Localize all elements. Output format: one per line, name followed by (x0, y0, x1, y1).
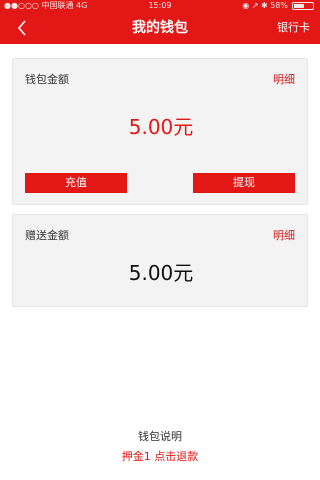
wallet-balance-amount: 5.00元 (128, 115, 194, 139)
nav-bar: 我的钱包 银行卡 (0, 12, 320, 44)
status-indicators: ◉ ↗ ✱ 58% (242, 0, 314, 12)
wallet-balance-label: 钱包金额 (25, 73, 69, 86)
gift-balance-amount: 5.00元 (128, 261, 194, 285)
gift-balance-label: 赠送金额 (25, 229, 69, 242)
indicator-text: ◉ ↗ ✱ 58% (242, 1, 288, 10)
deposit-refund-link[interactable]: 押金1 点击退款 (0, 448, 320, 464)
gift-detail-link[interactable]: 明细 (273, 227, 295, 243)
battery-icon (292, 2, 314, 10)
gift-balance-card: 赠送金额 明细 5.00元 (12, 214, 308, 307)
wallet-balance-card: 钱包金额 明细 5.00元 充值 提现 (12, 58, 308, 205)
wallet-description-link[interactable]: 钱包说明 (0, 428, 320, 444)
status-bar: ●●○○○ 中国联通 4G 15:09 ◉ ↗ ✱ 58% (0, 0, 320, 12)
page-title: 我的钱包 (132, 20, 188, 36)
battery-fill (294, 4, 304, 8)
footer: 钱包说明 押金1 点击退款 (0, 428, 320, 464)
withdraw-button[interactable]: 提现 (193, 173, 295, 193)
bank-card-link[interactable]: 银行卡 (277, 12, 310, 44)
recharge-button[interactable]: 充值 (25, 173, 127, 193)
wallet-detail-link[interactable]: 明细 (273, 71, 295, 87)
app-header: ●●○○○ 中国联通 4G 15:09 ◉ ↗ ✱ 58% 我的钱包 银行卡 (0, 0, 320, 44)
